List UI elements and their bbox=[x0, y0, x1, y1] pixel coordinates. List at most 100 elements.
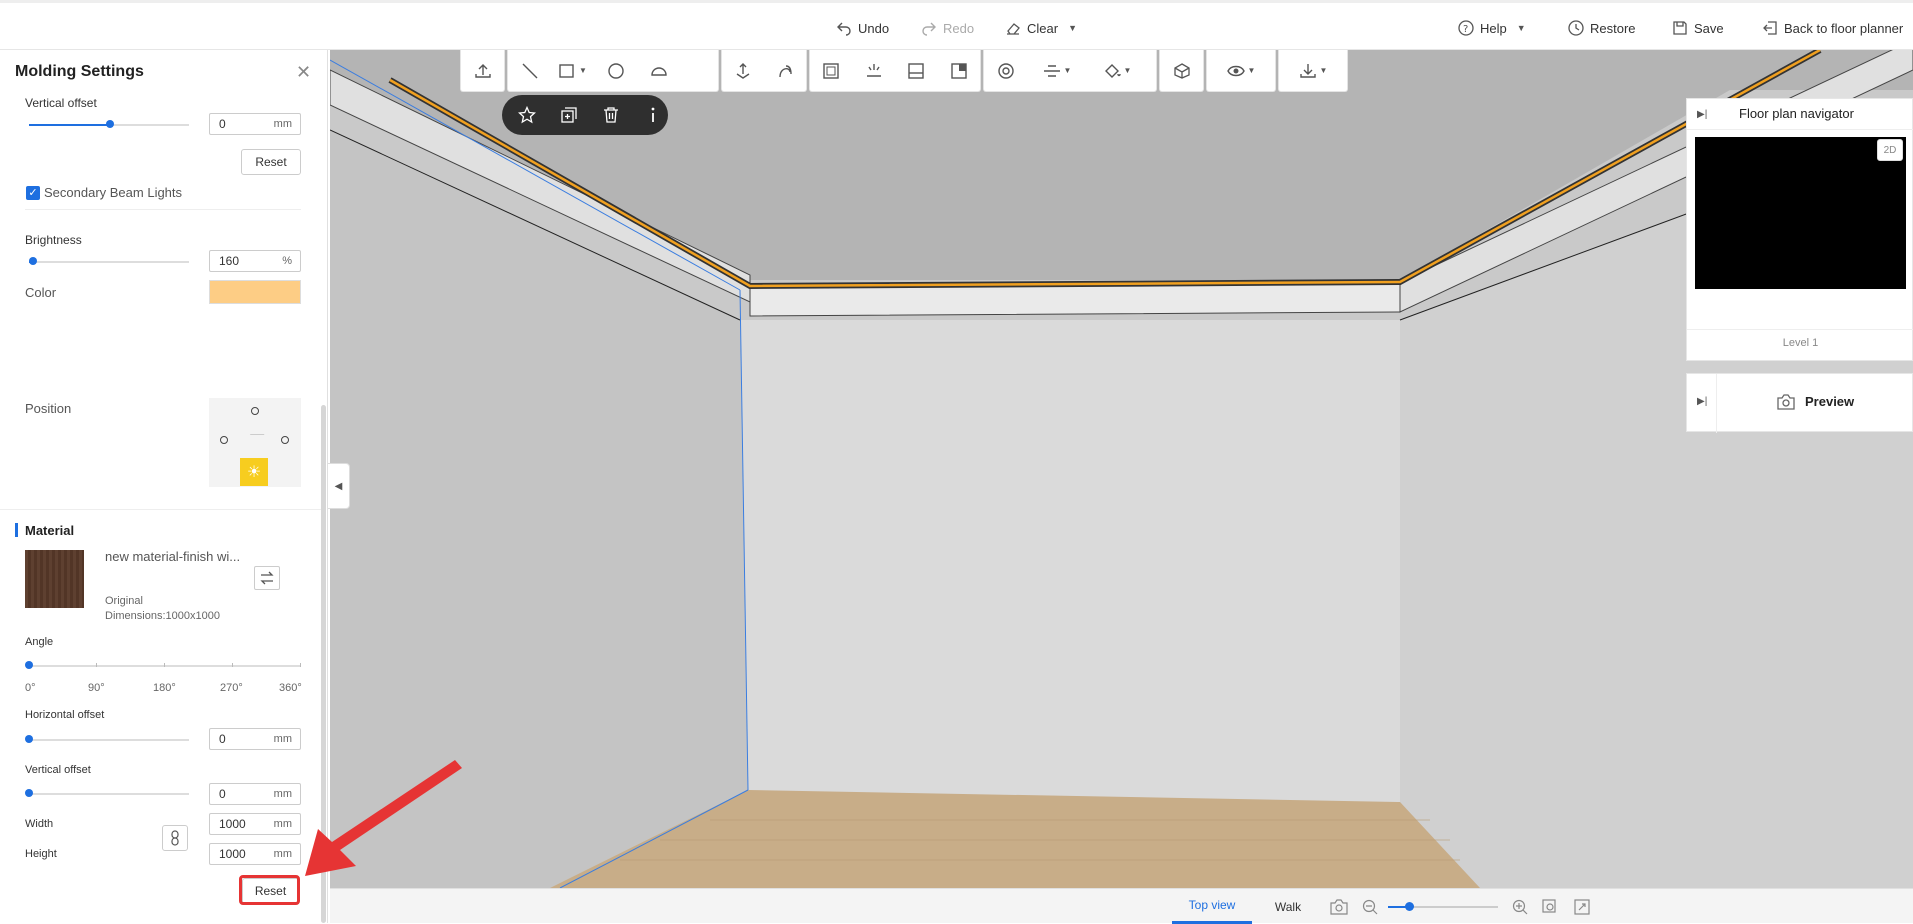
offset-tool[interactable] bbox=[810, 50, 853, 92]
delete-button[interactable] bbox=[596, 100, 626, 130]
save-button[interactable]: Save bbox=[1672, 17, 1724, 39]
model-tool[interactable] bbox=[1160, 50, 1203, 92]
horizontal-offset-label: Horizontal offset bbox=[25, 709, 105, 721]
vertical-offset-input[interactable]: 0 mm bbox=[209, 783, 301, 805]
light-strip-tool[interactable] bbox=[853, 50, 896, 92]
slider-knob[interactable] bbox=[25, 789, 33, 797]
height-input[interactable]: 1000 mm bbox=[209, 843, 301, 865]
restore-label: Restore bbox=[1590, 20, 1636, 36]
3d-viewport[interactable]: ▼ ▼ ▼ ▼ ▼ bbox=[330, 50, 1913, 888]
offset-icon bbox=[823, 62, 839, 79]
extrude-tool[interactable] bbox=[722, 50, 764, 92]
collapse-left-icon: ◀ bbox=[334, 480, 343, 492]
brightness-input[interactable]: 160 % bbox=[209, 250, 301, 272]
slider-knob[interactable] bbox=[29, 257, 37, 265]
2d-toggle-button[interactable]: 2D bbox=[1877, 139, 1903, 161]
paint-tool[interactable]: ▼ bbox=[1087, 50, 1147, 92]
reset-top-button[interactable]: Reset bbox=[241, 149, 301, 175]
replace-material-button[interactable] bbox=[254, 566, 280, 590]
screenshot-icon[interactable] bbox=[1330, 899, 1348, 915]
close-icon[interactable]: ✕ bbox=[296, 62, 311, 83]
material-name: new material-finish wi... bbox=[105, 549, 241, 564]
redo-button[interactable]: Redo bbox=[921, 17, 974, 39]
divider bbox=[25, 209, 301, 210]
slider-knob[interactable] bbox=[106, 120, 114, 128]
sweep-tool[interactable] bbox=[764, 50, 806, 92]
undo-label: Undo bbox=[858, 20, 890, 36]
favorite-button[interactable] bbox=[512, 100, 542, 130]
panel-scrollbar[interactable] bbox=[321, 405, 326, 923]
navigator-map[interactable] bbox=[1695, 137, 1906, 289]
horizontal-offset-slider[interactable] bbox=[25, 735, 189, 743]
slider-knob[interactable] bbox=[25, 735, 33, 743]
zoom-slider[interactable] bbox=[1388, 902, 1498, 911]
panel-title: Molding Settings bbox=[15, 63, 144, 80]
lock-ratio-button[interactable] bbox=[162, 825, 188, 851]
rectangle-icon bbox=[559, 63, 574, 78]
collapse-panel-button[interactable]: ◀ bbox=[328, 463, 350, 509]
visibility-tool[interactable]: ▼ bbox=[1207, 50, 1275, 92]
zoom-knob[interactable] bbox=[1405, 902, 1414, 911]
light-strip-icon bbox=[866, 63, 881, 77]
line-tool[interactable] bbox=[508, 50, 551, 92]
chevron-down-icon: ▼ bbox=[1068, 23, 1077, 33]
reset-bottom-button[interactable]: Reset bbox=[242, 878, 299, 904]
download-tool[interactable]: ▼ bbox=[1279, 50, 1347, 92]
vertical-offset-label: Vertical offset bbox=[25, 764, 91, 776]
panel-icon bbox=[908, 62, 924, 79]
walk-tab[interactable]: Walk bbox=[1258, 889, 1318, 924]
sun-icon[interactable]: ☀ bbox=[240, 458, 268, 486]
back-to-floor-planner-button[interactable]: Back to floor planner bbox=[1762, 17, 1903, 39]
arc-tool[interactable] bbox=[637, 50, 680, 92]
vertical-offset-top-slider[interactable] bbox=[29, 120, 189, 128]
navigator-title: Floor plan navigator bbox=[1739, 106, 1854, 121]
restore-button[interactable]: Restore bbox=[1568, 17, 1636, 39]
undo-button[interactable]: Undo bbox=[836, 17, 889, 39]
slider-knob[interactable] bbox=[25, 661, 33, 669]
preview-label: Preview bbox=[1805, 394, 1855, 409]
material-thumbnail[interactable] bbox=[25, 550, 84, 608]
fullscreen-icon[interactable] bbox=[1574, 899, 1590, 915]
panel-tool[interactable] bbox=[895, 50, 938, 92]
secondary-beam-lights-checkbox[interactable]: ✓ bbox=[26, 186, 40, 200]
vertical-offset-slider[interactable] bbox=[25, 789, 189, 797]
duplicate-button[interactable] bbox=[554, 100, 584, 130]
position-top-option[interactable] bbox=[251, 407, 259, 415]
save-label: Save bbox=[1694, 20, 1724, 36]
upload-tool[interactable] bbox=[461, 50, 504, 92]
expand-preview-icon[interactable]: ▶| bbox=[1697, 396, 1707, 407]
room-render bbox=[330, 50, 1913, 888]
chevron-down-icon: ▼ bbox=[1063, 66, 1072, 75]
line-icon bbox=[522, 63, 537, 78]
position-left-option[interactable] bbox=[220, 436, 228, 444]
position-center-marker bbox=[243, 434, 265, 446]
preview-panel[interactable]: ▶| Preview bbox=[1686, 373, 1913, 433]
tool-group-modify bbox=[809, 50, 981, 92]
width-input[interactable]: 1000 mm bbox=[209, 813, 301, 835]
vertical-offset-top-input[interactable]: 0 mm bbox=[209, 113, 301, 135]
zoom-out-icon[interactable] bbox=[1362, 899, 1378, 915]
horizontal-offset-input[interactable]: 0 mm bbox=[209, 728, 301, 750]
arc-icon bbox=[650, 66, 667, 76]
angle-tick-360: 360° bbox=[279, 682, 302, 694]
rectangle-tool[interactable]: ▼ bbox=[551, 50, 594, 92]
chevron-down-icon: ▼ bbox=[1319, 66, 1328, 75]
circle-tool[interactable] bbox=[594, 50, 637, 92]
split-tool[interactable] bbox=[938, 50, 981, 92]
position-right-option[interactable] bbox=[281, 436, 289, 444]
align-tool[interactable]: ▼ bbox=[1027, 50, 1087, 92]
position-label: Position bbox=[25, 401, 72, 416]
color-swatch[interactable] bbox=[209, 280, 301, 304]
info-button[interactable] bbox=[638, 100, 668, 130]
clear-button[interactable]: Clear ▼ bbox=[1005, 17, 1077, 39]
angle-tick-180: 180° bbox=[153, 682, 176, 694]
divider bbox=[0, 509, 322, 510]
zoom-fit-icon[interactable] bbox=[1542, 899, 1558, 915]
zoom-in-icon[interactable] bbox=[1512, 899, 1528, 915]
help-button[interactable]: ? Help ▼ bbox=[1458, 17, 1526, 39]
clock-icon bbox=[1568, 20, 1584, 36]
expand-navigator-icon[interactable]: ▶| bbox=[1697, 109, 1707, 120]
top-view-tab[interactable]: Top view bbox=[1172, 889, 1252, 924]
brightness-slider[interactable] bbox=[29, 257, 189, 265]
locate-tool[interactable] bbox=[984, 50, 1027, 92]
